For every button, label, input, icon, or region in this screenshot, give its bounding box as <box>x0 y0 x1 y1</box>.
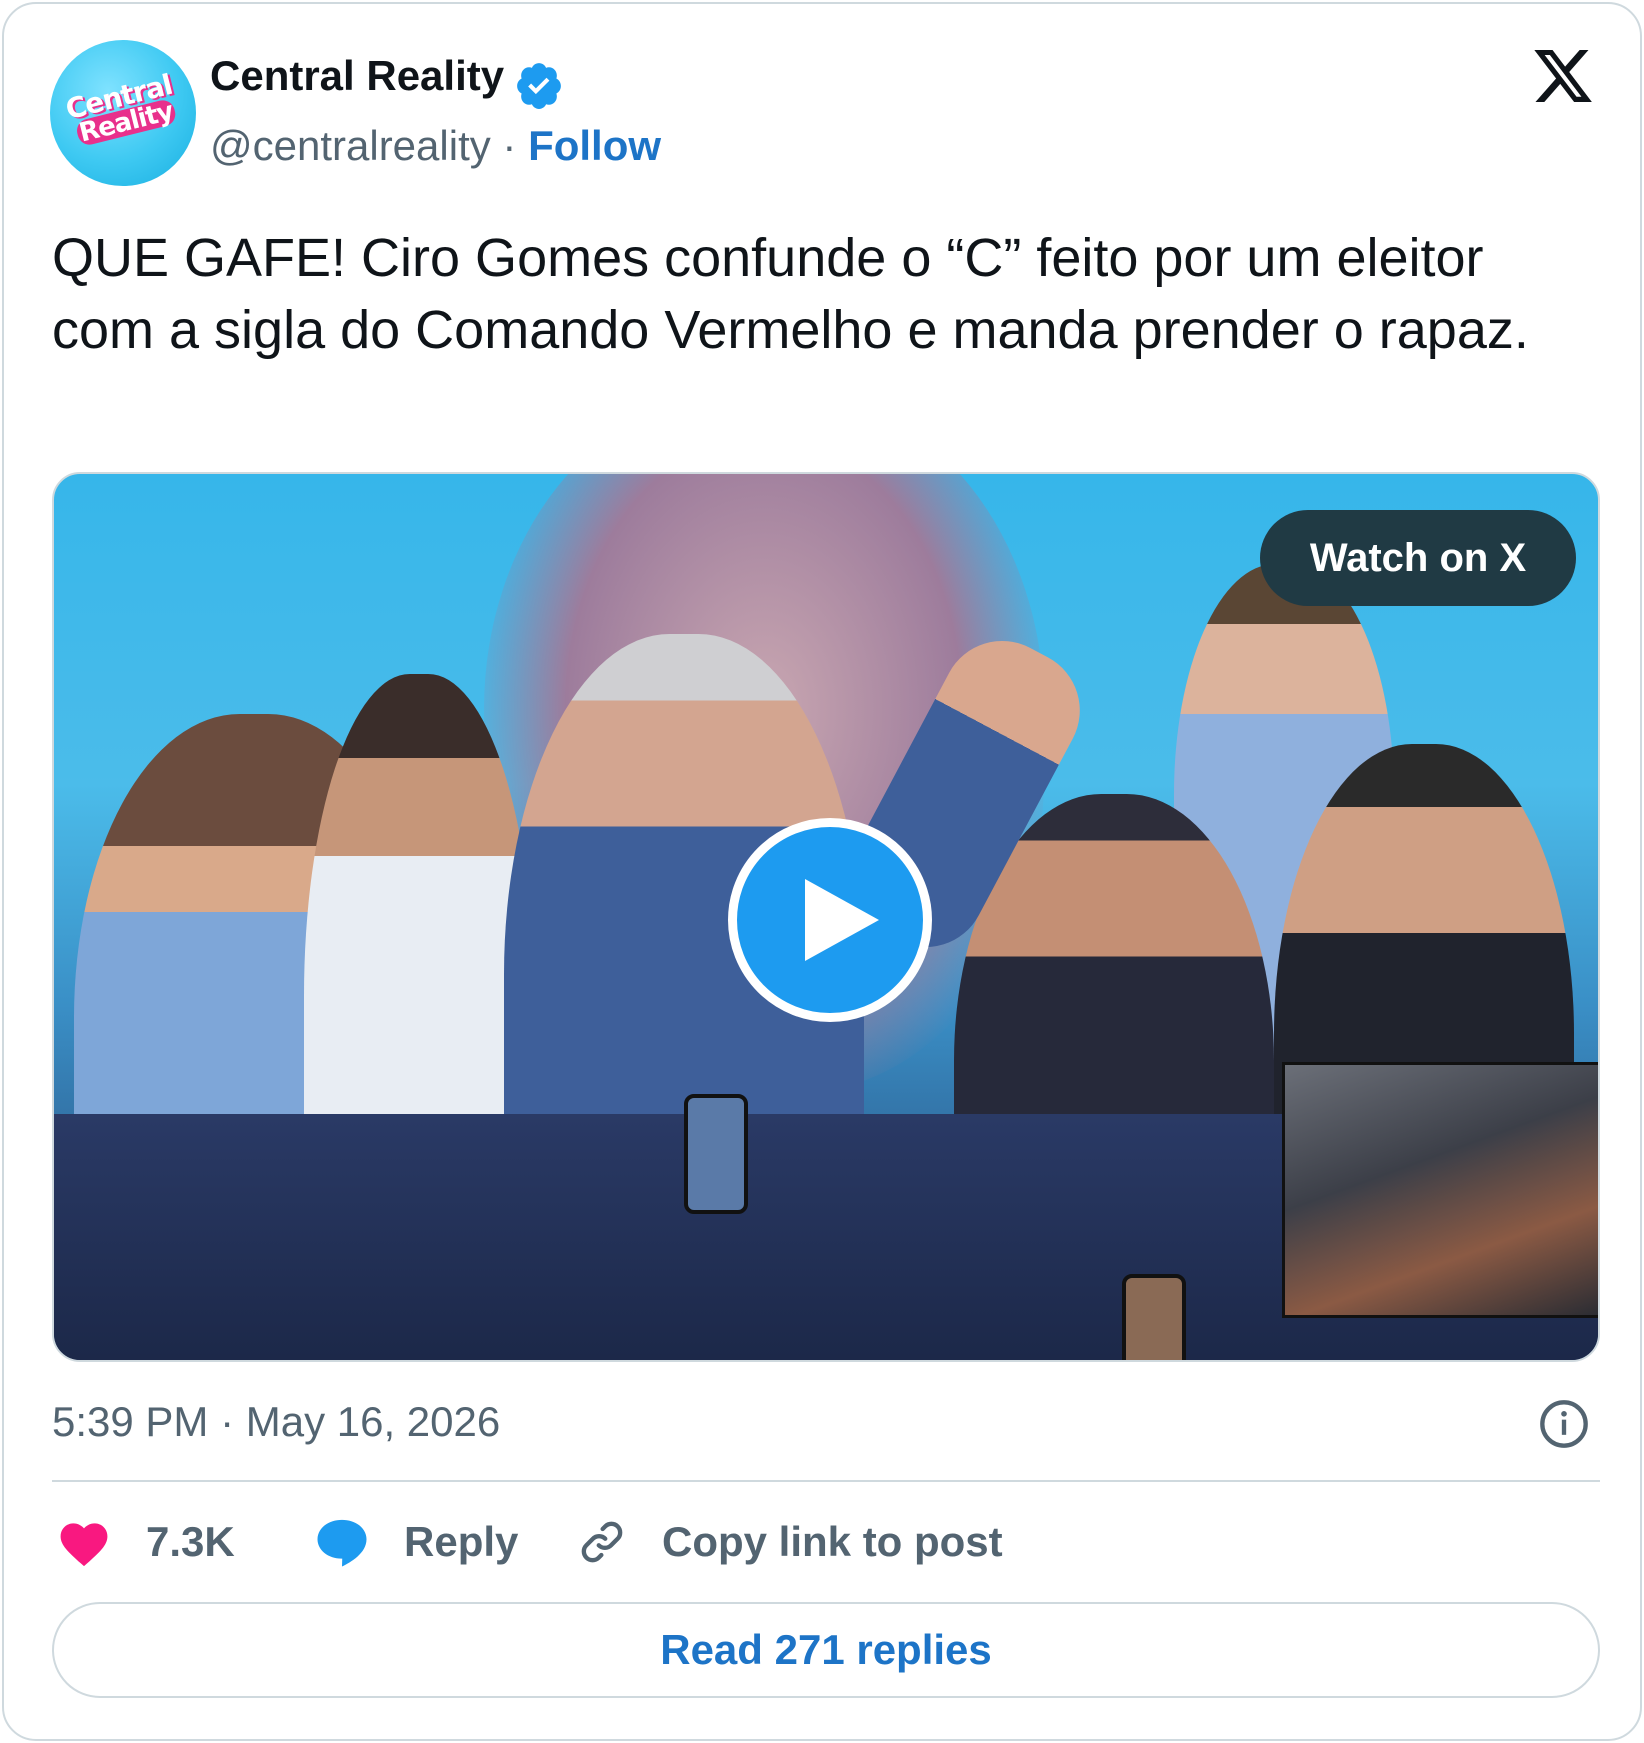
read-replies-button[interactable]: Read 271 replies <box>52 1602 1600 1698</box>
info-icon[interactable] <box>1538 1398 1590 1450</box>
like-count: 7.3K <box>146 1518 235 1565</box>
tweet-text: QUE GAFE! Ciro Gomes confunde o “C” feit… <box>52 228 1529 360</box>
author-name[interactable]: Central Reality <box>210 52 504 100</box>
handle-row: @centralreality · Follow <box>210 122 661 170</box>
heart-icon <box>60 1523 108 1567</box>
reply-button[interactable]: Reply <box>314 1512 518 1572</box>
video-phone <box>1122 1274 1186 1360</box>
x-logo-icon[interactable] <box>1530 44 1596 108</box>
handle-separator: · <box>502 122 517 169</box>
play-icon <box>805 879 879 961</box>
play-button[interactable] <box>728 818 932 1022</box>
divider <box>52 1480 1600 1482</box>
copy-link-label: Copy link to post <box>662 1518 1003 1565</box>
timestamp[interactable]: 5:39 PM · May 16, 2026 <box>52 1398 500 1446</box>
watch-on-x-button[interactable]: Watch on X <box>1260 510 1576 606</box>
reply-bubble-icon <box>317 1519 367 1567</box>
avatar[interactable]: Central Reality <box>50 40 196 186</box>
avatar-logo: Central Reality <box>58 68 187 158</box>
link-icon <box>581 1521 623 1563</box>
tweet-card: Central Reality Central Reality @central… <box>2 2 1642 1741</box>
like-button[interactable]: 7.3K <box>56 1512 235 1572</box>
verified-badge-icon <box>517 63 561 109</box>
follow-button[interactable]: Follow <box>528 122 661 169</box>
video-phone <box>684 1094 748 1214</box>
video-player[interactable]: Watch on X <box>52 472 1600 1362</box>
copy-link-button[interactable]: Copy link to post <box>576 1512 1003 1572</box>
author-handle[interactable]: @centralreality <box>210 122 491 169</box>
reply-label: Reply <box>404 1518 519 1565</box>
video-inset-frame <box>1282 1062 1598 1318</box>
